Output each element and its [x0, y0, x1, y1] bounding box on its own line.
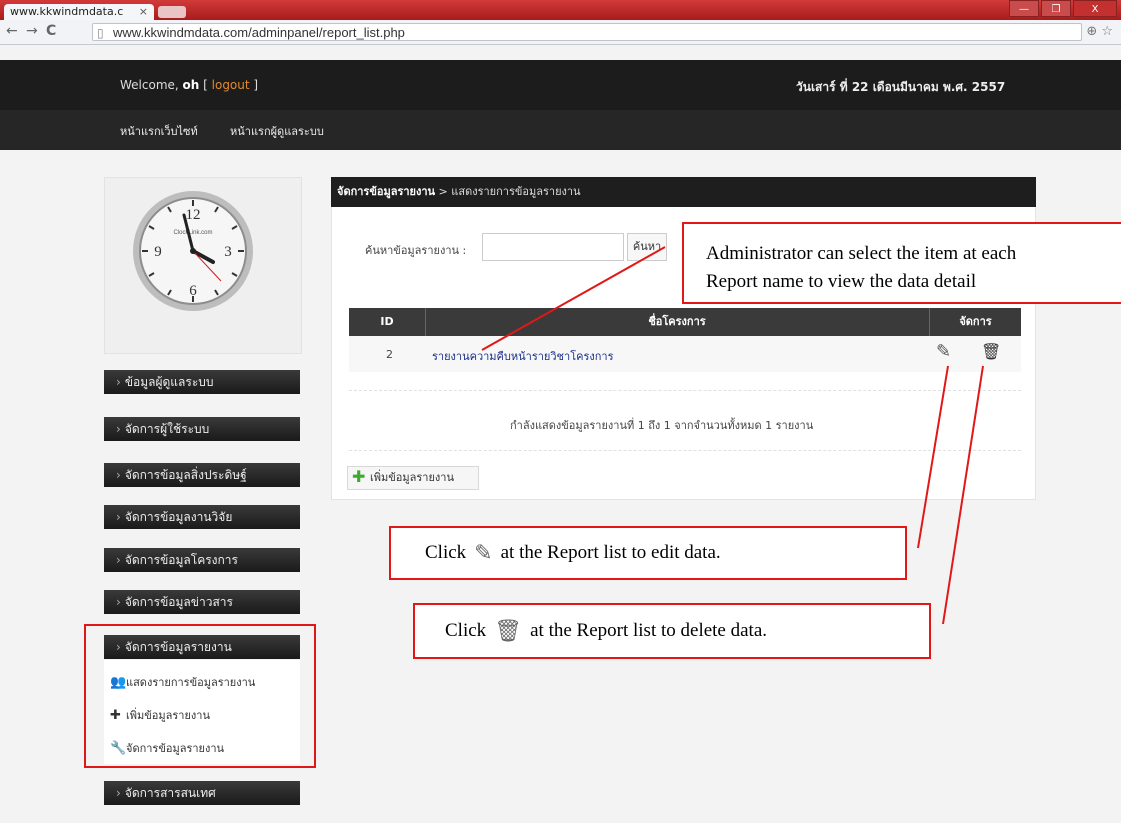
- clock-num-12: 12: [186, 207, 201, 223]
- menu-manage-news[interactable]: › จัดการข้อมูลข่าวสาร: [104, 590, 300, 614]
- chevron-icon: ›: [116, 595, 121, 609]
- chevron-icon: ›: [116, 786, 121, 800]
- new-tab-button[interactable]: [158, 6, 186, 18]
- search-button[interactable]: ค้นหา: [627, 233, 667, 261]
- tab-close-icon[interactable]: ×: [139, 4, 148, 20]
- report-name-link[interactable]: รายงานความคืบหน้ารายวิชาโครงการ: [432, 347, 614, 365]
- highlight-box-reports-menu: [84, 624, 316, 768]
- welcome-text: Welcome, oh [ logout ]: [120, 78, 258, 92]
- search-label: ค้นหาข้อมูลรายงาน :: [365, 244, 467, 257]
- col-id: ID: [380, 315, 394, 328]
- zoom-bookmark-icon[interactable]: ⊕ ☆: [1086, 24, 1113, 39]
- browser-tab[interactable]: www.kkwindmdata.c ×: [4, 4, 154, 20]
- col-manage: จัดการ: [959, 315, 992, 328]
- menu-manage-inventions[interactable]: › จัดการข้อมูลสิ่งประดิษฐ์: [104, 463, 300, 487]
- menu-label: จัดการข้อมูลสิ่งประดิษฐ์: [124, 468, 247, 482]
- logout-link[interactable]: logout: [212, 78, 250, 92]
- delete-trash-icon[interactable]: 🗑: [981, 342, 1001, 361]
- username: oh: [182, 78, 200, 92]
- url-field[interactable]: ▯ www.kkwindmdata.com/adminpanel/report_…: [92, 23, 1082, 41]
- callout-prefix: Click: [445, 620, 487, 641]
- reload-icon[interactable]: C: [46, 23, 56, 39]
- menu-manage-informatics[interactable]: › จัดการสารสนเทศ: [104, 781, 300, 805]
- chevron-icon: ›: [116, 468, 121, 482]
- breadcrumb-current: > แสดงรายการข้อมูลรายงาน: [435, 185, 581, 198]
- callout-text: at the Report list to delete data.: [530, 620, 768, 641]
- clock-brand: ClockLink.com: [173, 230, 212, 236]
- edit-pencil-icon[interactable]: ✎: [936, 341, 951, 362]
- chevron-icon: ›: [116, 553, 121, 567]
- chevron-icon: ›: [116, 422, 121, 436]
- menu-manage-users[interactable]: › จัดการผู้ใช้ระบบ: [104, 417, 300, 441]
- callout-edit: Click ✎ at the Report list to edit data.: [389, 526, 907, 580]
- chevron-icon: ›: [116, 510, 121, 524]
- forward-icon[interactable]: →: [26, 23, 38, 39]
- divider: [349, 450, 1021, 451]
- clock-num-6: 6: [189, 283, 197, 299]
- callout-line: Report name to view the data detail: [706, 271, 977, 292]
- menu-label: จัดการข้อมูลข่าวสาร: [124, 595, 233, 609]
- menu-label: จัดการข้อมูลงานวิจัย: [124, 510, 233, 524]
- close-window-button[interactable]: X: [1073, 0, 1117, 17]
- logout-bracket-open: [: [199, 78, 212, 92]
- back-icon[interactable]: ←: [6, 23, 18, 39]
- minimize-button[interactable]: —: [1009, 0, 1039, 17]
- add-report-button[interactable]: ✚ เพิ่มข้อมูลรายงาน: [347, 466, 479, 490]
- menu-manage-projects[interactable]: › จัดการข้อมูลโครงการ: [104, 548, 300, 572]
- address-bar-row: ← → C ▯ www.kkwindmdata.com/adminpanel/r…: [0, 20, 1121, 45]
- nav-admin-home[interactable]: หน้าแรกผู้ดูแลระบบ: [230, 122, 324, 140]
- callout-text: at the Report list to edit data.: [500, 542, 721, 563]
- clock-num-3: 3: [224, 244, 232, 260]
- thai-date: วันเสาร์ ที่ 22 เดือนมีนาคม พ.ศ. 2557: [796, 80, 1006, 94]
- delete-trash-icon: 🗑: [494, 619, 523, 644]
- search-input[interactable]: [482, 233, 624, 261]
- welcome-prefix: Welcome,: [120, 78, 183, 92]
- logout-bracket-close: ]: [249, 78, 259, 92]
- menu-label: ข้อมูลผู้ดูแลระบบ: [124, 375, 214, 389]
- menu-label: จัดการข้อมูลโครงการ: [124, 553, 238, 567]
- callout-line: Administrator can select the item at eac…: [706, 243, 1017, 264]
- callout-select-report: Administrator can select the item at eac…: [682, 222, 1121, 304]
- nav-website-home[interactable]: หน้าแรกเว็บไซท์: [120, 122, 198, 140]
- divider: [349, 390, 1021, 391]
- maximize-button[interactable]: ❐: [1041, 0, 1071, 17]
- menu-label: จัดการผู้ใช้ระบบ: [124, 422, 210, 436]
- menu-manage-research[interactable]: › จัดการข้อมูลงานวิจัย: [104, 505, 300, 529]
- chevron-icon: ›: [116, 375, 121, 389]
- table-header: ID ชื่อโครงการ จัดการ: [349, 308, 1021, 336]
- col-project-name: ชื่อโครงการ: [648, 315, 706, 328]
- window-controls: — ❐ X: [1009, 0, 1117, 18]
- callout-delete: Click 🗑 at the Report list to delete data.: [413, 603, 931, 659]
- breadcrumb-section[interactable]: จัดการข้อมูลรายงาน: [337, 185, 435, 198]
- menu-label: จัดการสารสนเทศ: [124, 786, 216, 800]
- add-report-label: เพิ่มข้อมูลรายงาน: [370, 471, 454, 484]
- callout-prefix: Click: [425, 542, 467, 563]
- plus-icon: ✚: [352, 467, 366, 486]
- page-icon: ▯: [97, 26, 104, 40]
- clock-icon: 12 3 6 9 ClockLink.com: [133, 191, 253, 311]
- url-text: www.kkwindmdata.com/adminpanel/report_li…: [113, 25, 405, 40]
- clock-num-9: 9: [154, 244, 162, 260]
- breadcrumb: จัดการข้อมูลรายงาน > แสดงรายการข้อมูลราย…: [331, 177, 1036, 207]
- row-id: 2: [386, 348, 393, 361]
- edit-pencil-icon: ✎: [474, 541, 493, 566]
- menu-admin-info[interactable]: › ข้อมูลผู้ดูแลระบบ: [104, 370, 300, 394]
- pagination-info: กำลังแสดงข้อมูลรายงานที่ 1 ถึง 1 จากจำนว…: [510, 419, 814, 432]
- tab-title: www.kkwindmdata.c: [10, 5, 124, 18]
